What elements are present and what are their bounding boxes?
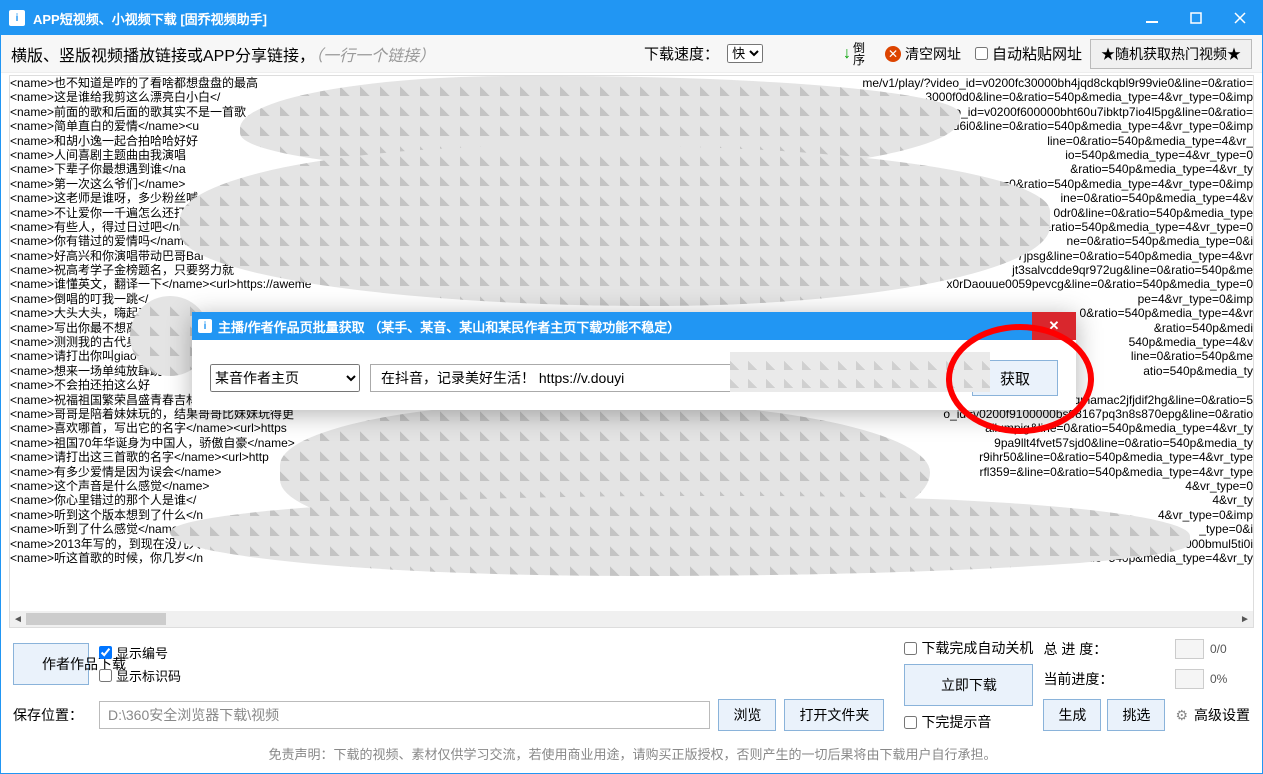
save-path-label: 保存位置： — [13, 705, 89, 725]
show-index-checkbox[interactable]: 显示编号 — [99, 643, 884, 662]
done-sound-checkbox[interactable]: 下完提示音 — [904, 712, 1033, 732]
batch-fetch-dialog: i 主播/作者作品页批量获取 （某手、某音、某山和某民作者主页下载功能不稳定） … — [192, 312, 1076, 410]
total-progress-label: 总 进 度： — [1043, 639, 1165, 659]
select-button[interactable]: 挑选 — [1107, 699, 1165, 731]
advanced-settings-button[interactable]: ⚙ 高级设置 — [1175, 705, 1250, 725]
window-title: APP短视频、小视频下载 [固乔视频助手] — [33, 9, 1130, 28]
dialog-title: 主播/作者作品页批量获取 （某手、某音、某山和某民作者主页下载功能不稳定） — [218, 317, 680, 336]
clear-urls-button[interactable]: ✕ 清空网址 — [879, 41, 967, 67]
app-icon: i — [9, 10, 25, 26]
horizontal-scrollbar[interactable]: ◄ ► — [10, 611, 1253, 627]
gear-icon: ⚙ — [1175, 707, 1188, 724]
maximize-button[interactable] — [1174, 1, 1218, 35]
auto-shutdown-checkbox[interactable]: 下载完成自动关机 — [904, 638, 1033, 658]
speed-select[interactable]: 快 — [727, 44, 763, 63]
current-progress-label: 当前进度： — [1043, 669, 1165, 689]
current-progress-text: 0% — [1210, 672, 1250, 686]
current-progress-bar — [1175, 669, 1204, 689]
auto-paste-checkbox[interactable]: 自动粘贴网址 — [975, 43, 1082, 64]
open-folder-button[interactable]: 打开文件夹 — [784, 699, 884, 731]
browse-button[interactable]: 浏览 — [718, 699, 776, 731]
dialog-close-button[interactable]: ✕ — [1032, 312, 1076, 340]
download-now-button[interactable]: 立即下载 — [904, 664, 1033, 706]
input-hint: 横版、竖版视频播放链接或APP分享链接，（一行一个链接） — [11, 42, 435, 66]
scroll-right-icon[interactable]: ► — [1237, 614, 1253, 625]
sort-down-icon: ↓ — [843, 45, 851, 63]
show-tag-checkbox[interactable]: 显示标识码 — [99, 666, 884, 685]
censored-area — [730, 352, 990, 392]
toolbar: 横版、竖版视频播放链接或APP分享链接，（一行一个链接） 下载速度： 快 ↓ 倒… — [1, 35, 1262, 73]
save-path-input[interactable] — [99, 701, 710, 729]
total-progress-bar — [1175, 639, 1204, 659]
source-select[interactable]: 某音作者主页 — [210, 364, 360, 392]
clear-icon: ✕ — [885, 46, 901, 62]
reverse-order-button[interactable]: ↓ 倒序 — [837, 39, 871, 69]
author-works-download-button[interactable]: 作者作品下载 — [13, 643, 89, 685]
scroll-left-icon[interactable]: ◄ — [10, 614, 26, 625]
close-button[interactable] — [1218, 1, 1262, 35]
minimize-button[interactable] — [1130, 1, 1174, 35]
generate-button[interactable]: 生成 — [1043, 699, 1101, 731]
disclaimer-text: 免责声明：下载的视频、素材仅供学习交流，若使用商业用途，请购买正版授权，否则产生… — [1, 738, 1263, 773]
titlebar: i APP短视频、小视频下载 [固乔视频助手] — [1, 1, 1262, 35]
random-hot-button[interactable]: ★随机获取热门视频★ — [1090, 39, 1252, 69]
dialog-icon: i — [198, 319, 212, 333]
bottom-panel: 总 进 度： 0/0 作者作品下载 显示编号 显示标识码 下载完成自动关机 立即… — [1, 628, 1262, 738]
speed-label: 下载速度： — [644, 43, 719, 64]
total-progress-text: 0/0 — [1210, 642, 1250, 656]
